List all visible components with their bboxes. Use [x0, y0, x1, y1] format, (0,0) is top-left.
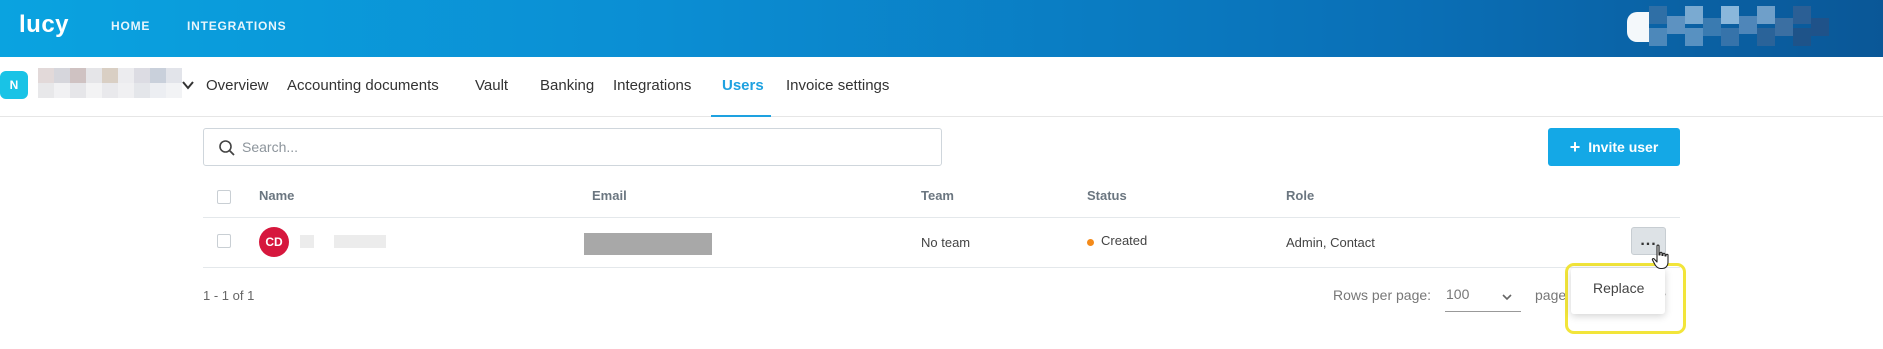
- org-avatar[interactable]: N: [0, 71, 28, 99]
- nav-integrations[interactable]: INTEGRATIONS: [187, 19, 286, 33]
- user-team: No team: [921, 235, 971, 250]
- user-blur-cell: [1793, 28, 1811, 46]
- org-blur-cell: [102, 68, 118, 83]
- user-blur-cell: [1739, 16, 1757, 34]
- user-blur-cell: [1757, 28, 1775, 46]
- user-blur-cell: [1703, 18, 1721, 36]
- column-team[interactable]: Team: [921, 188, 954, 203]
- user-blur-cell: [1775, 18, 1793, 36]
- tab-vault[interactable]: Vault: [475, 77, 508, 94]
- user-blur-cell: [1721, 28, 1739, 46]
- status-dot-icon: [1087, 239, 1094, 246]
- search-icon: [219, 140, 235, 156]
- org-blur-cell: [102, 83, 118, 98]
- nav-home[interactable]: HOME: [111, 19, 150, 33]
- org-blur-cell: [134, 68, 150, 83]
- user-blur-cell: [1811, 18, 1829, 36]
- app-logo[interactable]: lucy: [19, 11, 69, 39]
- chevron-down-icon[interactable]: [181, 78, 195, 92]
- org-blur-cell: [134, 83, 150, 98]
- tab-accounting-documents[interactable]: Accounting documents: [287, 77, 439, 94]
- org-blur-cell: [86, 68, 102, 83]
- user-blur-cell: [1757, 6, 1775, 24]
- rows-per-page-label: Rows per page:: [1333, 287, 1432, 303]
- org-blur-cell: [86, 83, 102, 98]
- tab-users[interactable]: Users: [722, 77, 764, 94]
- page-label: page: [1535, 287, 1567, 303]
- rows-per-page-value: 100: [1446, 286, 1470, 302]
- row-checkbox[interactable]: [217, 234, 231, 248]
- rows-per-page-select[interactable]: 100: [1445, 280, 1521, 312]
- plus-icon: +: [1569, 137, 1581, 157]
- user-menu-avatar[interactable]: [1627, 6, 1883, 52]
- invite-user-button[interactable]: + Invite user: [1548, 128, 1680, 166]
- tab-invoice-settings[interactable]: Invoice settings: [786, 77, 889, 94]
- org-blur-cell: [70, 68, 86, 83]
- user-blur-cell: [1685, 6, 1703, 24]
- top-bar: lucy HOME INTEGRATIONS: [0, 0, 1883, 57]
- user-status: Created: [1101, 233, 1148, 248]
- user-avatar: CD: [259, 227, 289, 257]
- user-blur-cell: [1627, 12, 1649, 42]
- active-tab-indicator: [711, 115, 771, 117]
- org-blur-cell: [38, 83, 54, 98]
- tab-banking[interactable]: Banking: [540, 77, 594, 94]
- menu-item-replace[interactable]: Replace: [1593, 280, 1644, 296]
- user-blur-cell: [1649, 6, 1667, 24]
- pagination-count: 1 - 1 of 1: [203, 288, 255, 303]
- user-name-redacted: [334, 235, 386, 248]
- column-status[interactable]: Status: [1087, 188, 1127, 203]
- hand-cursor-icon: [1651, 244, 1669, 270]
- org-blur-cell: [70, 83, 86, 98]
- org-blur-cell: [150, 83, 166, 98]
- row-actions-menu: Replace: [1571, 268, 1665, 314]
- user-blur-cell: [1649, 28, 1667, 46]
- org-blur-cell: [54, 83, 70, 98]
- table-header: Name Email Team Status Role: [203, 178, 1680, 218]
- table-row[interactable]: CD No team Created Admin, Contact ...: [203, 218, 1680, 268]
- user-email-redacted: [584, 233, 712, 255]
- user-blur-cell: [1667, 16, 1685, 34]
- tab-overview[interactable]: Overview: [206, 77, 269, 94]
- tab-integrations[interactable]: Integrations: [613, 77, 691, 94]
- user-blur-cell: [1793, 6, 1811, 24]
- user-blur-cell: [1721, 6, 1739, 24]
- select-all-checkbox[interactable]: [217, 190, 231, 204]
- chevron-down-icon: [1502, 294, 1512, 301]
- search-field[interactable]: [203, 128, 942, 166]
- org-blur-cell: [54, 68, 70, 83]
- org-blur-cell: [118, 83, 134, 98]
- user-name-redacted: [300, 235, 314, 248]
- org-blur-cell: [166, 68, 182, 83]
- org-blur-cell: [118, 68, 134, 83]
- org-blur-cell: [150, 68, 166, 83]
- org-blur-cell: [38, 68, 54, 83]
- org-blur-cell: [166, 83, 182, 98]
- column-name[interactable]: Name: [259, 188, 294, 203]
- sub-navigation: N Overview Accounting documents Vault Ba…: [0, 57, 1883, 117]
- org-name[interactable]: [38, 68, 182, 98]
- column-role[interactable]: Role: [1286, 188, 1314, 203]
- invite-user-label: Invite user: [1588, 139, 1659, 155]
- search-input[interactable]: [242, 136, 922, 158]
- user-role: Admin, Contact: [1286, 235, 1375, 250]
- column-email[interactable]: Email: [592, 188, 627, 203]
- user-blur-cell: [1685, 28, 1703, 46]
